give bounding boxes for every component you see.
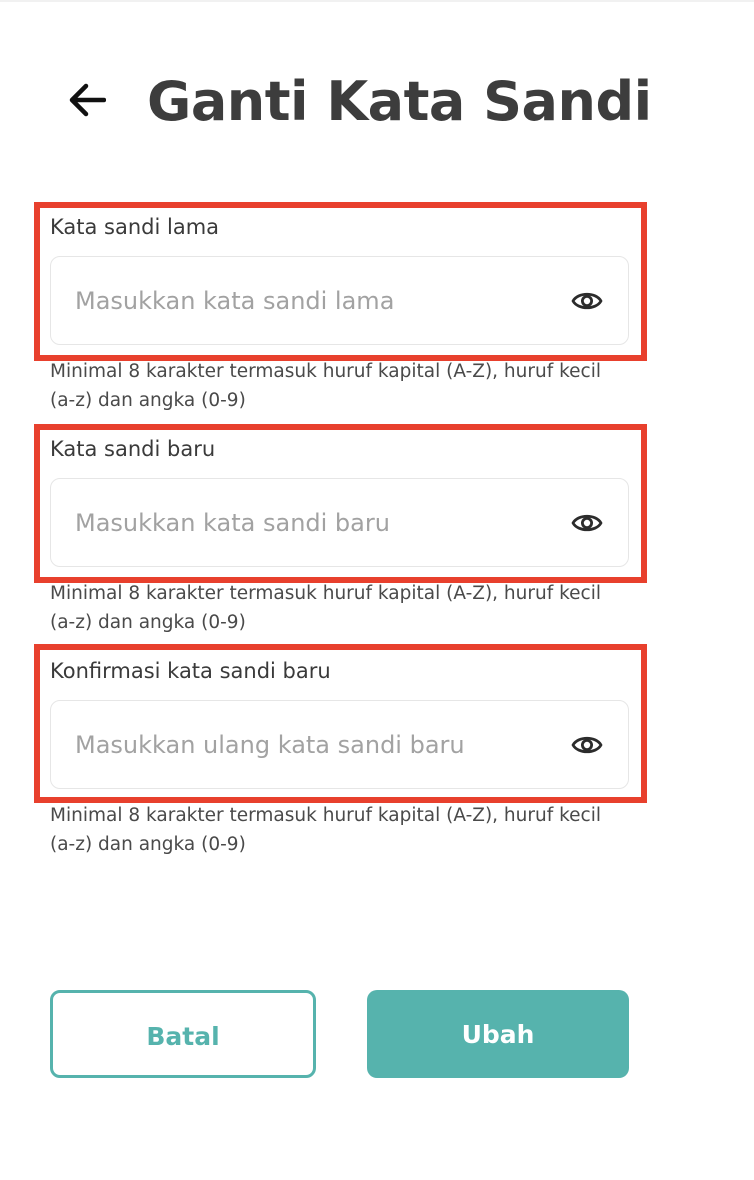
submit-button[interactable]: Ubah — [367, 990, 629, 1078]
toggle-old-password-visibility[interactable] — [570, 286, 604, 316]
new-password-hint: Minimal 8 karakter termasuk huruf kapita… — [50, 583, 601, 633]
new-password-field — [50, 478, 629, 567]
eye-icon — [571, 292, 603, 309]
page-title: Ganti Kata Sandi — [147, 70, 652, 133]
eye-icon — [571, 736, 603, 753]
confirm-password-field — [50, 700, 629, 789]
eye-icon — [571, 514, 603, 531]
cancel-button[interactable]: Batal — [50, 990, 316, 1078]
toggle-new-password-visibility[interactable] — [570, 508, 604, 538]
old-password-input[interactable] — [75, 257, 545, 344]
confirm-password-label: Konfirmasi kata sandi baru — [50, 659, 331, 683]
new-password-label: Kata sandi baru — [50, 437, 216, 461]
top-divider — [0, 0, 754, 2]
old-password-hint: Minimal 8 karakter termasuk huruf kapita… — [50, 361, 601, 411]
change-password-page: Ganti Kata Sandi Kata sandi lama Minimal… — [0, 0, 754, 1180]
confirm-password-hint: Minimal 8 karakter termasuk huruf kapita… — [50, 805, 601, 855]
old-password-label: Kata sandi lama — [50, 215, 220, 239]
arrow-left-icon — [69, 83, 106, 117]
back-button[interactable] — [62, 80, 110, 120]
new-password-input[interactable] — [75, 479, 545, 566]
confirm-password-input[interactable] — [75, 701, 545, 788]
toggle-confirm-password-visibility[interactable] — [570, 730, 604, 760]
old-password-field — [50, 256, 629, 345]
